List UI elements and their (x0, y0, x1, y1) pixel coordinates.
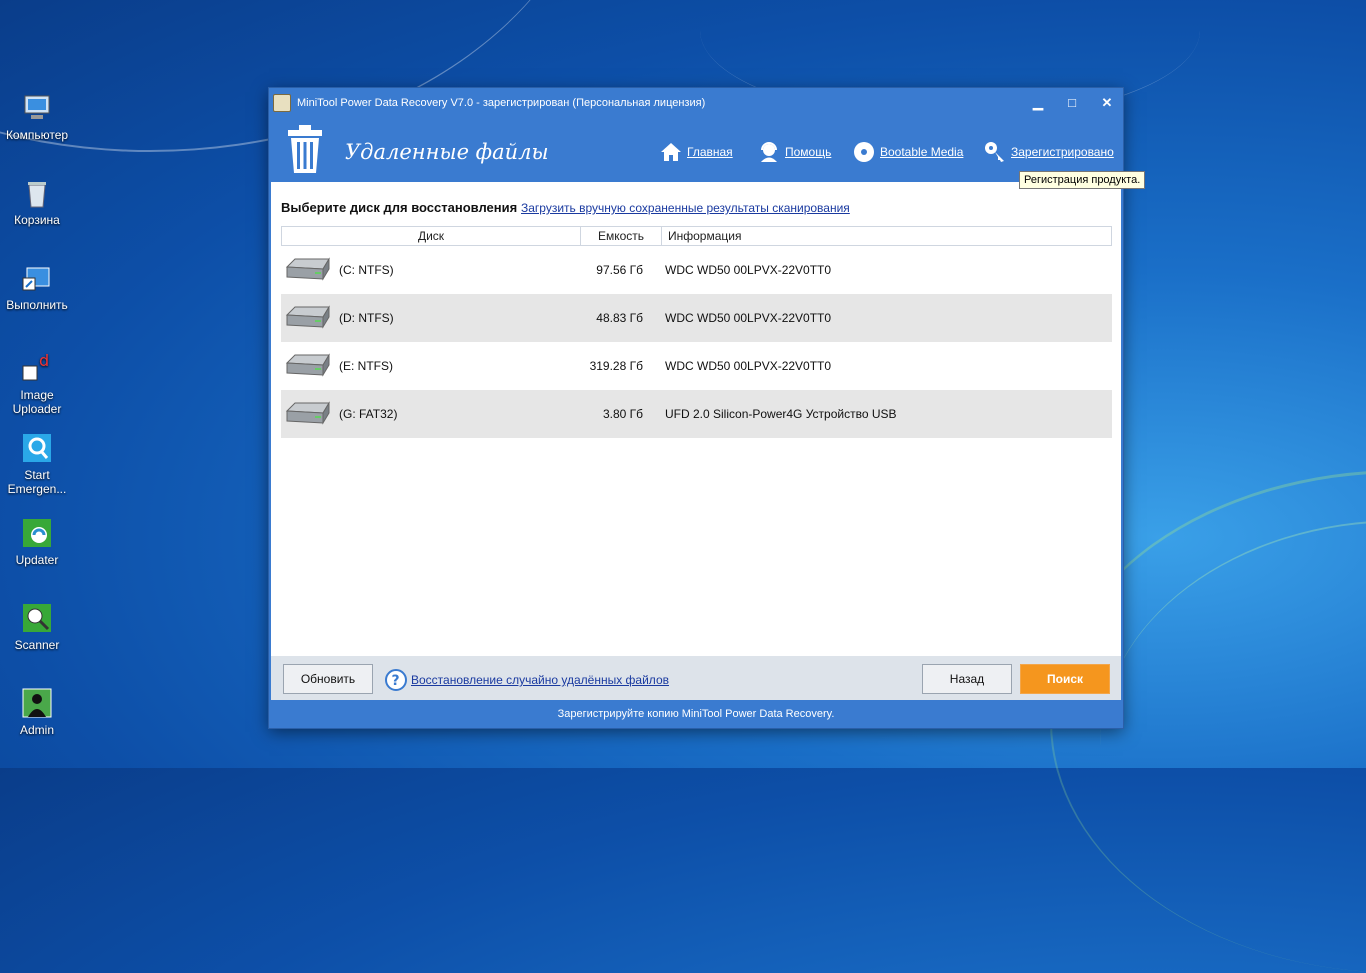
disk-info: WDC WD50 00LPVX-22V0TT0 (665, 311, 832, 325)
disk-info: WDC WD50 00LPVX-22V0TT0 (665, 263, 832, 277)
back-button[interactable]: Назад (922, 664, 1012, 694)
help-icon: ? (385, 669, 407, 691)
desktop-icon-label: Start Emergen... (7, 468, 67, 496)
svg-text:?: ? (392, 673, 400, 689)
desktop-icon-scanner[interactable]: Scanner (2, 602, 72, 652)
trash-icon (288, 125, 322, 173)
computer-icon (21, 92, 53, 124)
recycle-bin-icon (21, 177, 53, 209)
desktop-icon-label: Updater (15, 553, 59, 567)
disk-capacity: 319.28 Гб (589, 359, 643, 373)
desktop-icon-admin[interactable]: Admin (2, 687, 72, 737)
search-button[interactable]: Поиск (1020, 664, 1110, 694)
desktop-icon-label: Компьютер (5, 128, 69, 142)
run-icon (21, 262, 53, 294)
disk-name: (G: FAT32) (339, 407, 398, 421)
hard-drive-icon (285, 401, 330, 425)
window-title: MiniTool Power Data Recovery V7.0 - заре… (297, 97, 706, 109)
desktop-icon-label: Image Uploader (12, 388, 62, 416)
hard-drive-icon (285, 257, 330, 281)
header: Удаленные файлы Главная Помощь Bootable … (269, 118, 1123, 182)
desktop-icon-label: Выполнить (6, 298, 68, 312)
nav-registered-link[interactable]: Зарегистрировано (983, 140, 1114, 164)
disk-name: (C: NTFS) (339, 263, 394, 277)
desktop-icon-updater[interactable]: Updater (2, 517, 72, 567)
disk-name: (E: NTFS) (339, 359, 393, 373)
nav-help-label: Помощь (785, 145, 832, 159)
desktop-icon-recycle-bin[interactable]: Корзина (2, 177, 72, 227)
close-button[interactable]: ✕ (1096, 93, 1118, 113)
desktop-icon-label: Корзина (14, 213, 60, 227)
status-bar: Зарегистрируйте копию MiniTool Power Dat… (269, 700, 1123, 728)
desktop-icon-label: Admin (19, 723, 54, 737)
column-header-disk[interactable]: Диск (282, 227, 581, 245)
disk-capacity: 48.83 Гб (596, 311, 643, 325)
title-bar[interactable]: MiniTool Power Data Recovery V7.0 - заре… (269, 88, 1123, 118)
column-header-info[interactable]: Информация (662, 227, 741, 245)
disk-capacity: 3.80 Гб (602, 407, 643, 421)
table-row[interactable]: (C: NTFS) 97.56 Гб WDC WD50 00LPVX-22V0T… (281, 246, 1112, 294)
refresh-button[interactable]: Обновить (283, 664, 373, 694)
nav-home-link[interactable]: Главная (659, 140, 733, 164)
table-header: Диск Емкость Информация (281, 226, 1112, 246)
desktop-icon-image-uploader[interactable]: d Image Uploader (2, 351, 72, 416)
app-icon (273, 94, 291, 112)
disk-info: WDC WD50 00LPVX-22V0TT0 (665, 359, 832, 373)
disc-icon (854, 142, 874, 162)
nav-help-link[interactable]: Помощь (757, 140, 831, 164)
select-disk-prompt: Выберите диск для восстановления (281, 200, 518, 215)
nav-registered-label: Зарегистрировано (1011, 145, 1114, 159)
image-uploader-icon: d (21, 351, 53, 384)
hard-drive-icon (285, 305, 330, 329)
recovery-help-link[interactable]: ? Восстановление случайно удалённых файл… (385, 669, 669, 691)
disk-table: Диск Емкость Информация (C: NTFS) 97.56 … (281, 226, 1112, 438)
nav-home-label: Главная (687, 145, 733, 159)
table-row[interactable]: (G: FAT32) 3.80 Гб UFD 2.0 Silicon-Power… (281, 390, 1112, 438)
footer-bar: Обновить ? Восстановление случайно удалё… (271, 656, 1121, 700)
hard-drive-icon (285, 353, 330, 377)
disk-capacity: 97.56 Гб (596, 263, 643, 277)
home-icon (661, 143, 681, 161)
nav-bootable-label: Bootable Media (880, 145, 964, 159)
maximize-button[interactable]: □ (1061, 93, 1083, 113)
desktop-icon-start-emergency[interactable]: Start Emergen... (2, 432, 72, 496)
support-icon (761, 142, 777, 162)
admin-icon (21, 687, 53, 719)
section-title: Удаленные файлы (345, 140, 549, 164)
tooltip: Регистрация продукта. (1019, 171, 1146, 189)
desktop-icon-run[interactable]: Выполнить (2, 262, 72, 312)
scanner-icon (21, 602, 53, 634)
column-header-capacity[interactable]: Емкость (581, 227, 662, 245)
app-window: MiniTool Power Data Recovery V7.0 - заре… (269, 88, 1123, 728)
load-results-link[interactable]: Загрузить вручную сохраненные результаты… (521, 201, 850, 215)
emergency-icon (21, 432, 53, 464)
nav-bootable-media-link[interactable]: Bootable Media (852, 140, 963, 164)
table-row[interactable]: (D: NTFS) 48.83 Гб WDC WD50 00LPVX-22V0T… (281, 294, 1112, 342)
desktop-icon-label: Scanner (14, 638, 60, 652)
minimize-button[interactable]: ▁ (1027, 93, 1049, 113)
table-row[interactable]: (E: NTFS) 319.28 Гб WDC WD50 00LPVX-22V0… (281, 342, 1112, 390)
disk-name: (D: NTFS) (339, 311, 394, 325)
disk-info: UFD 2.0 Silicon-Power4G Устройство USB (665, 407, 897, 421)
recovery-help-label: Восстановление случайно удалённых файлов (411, 673, 669, 687)
updater-icon (21, 517, 53, 549)
svg-text:d: d (39, 352, 49, 370)
key-icon (985, 142, 1004, 162)
main-content: Выберите диск для восстановления Загрузи… (271, 182, 1121, 656)
desktop-icon-computer[interactable]: Компьютер (2, 92, 72, 142)
